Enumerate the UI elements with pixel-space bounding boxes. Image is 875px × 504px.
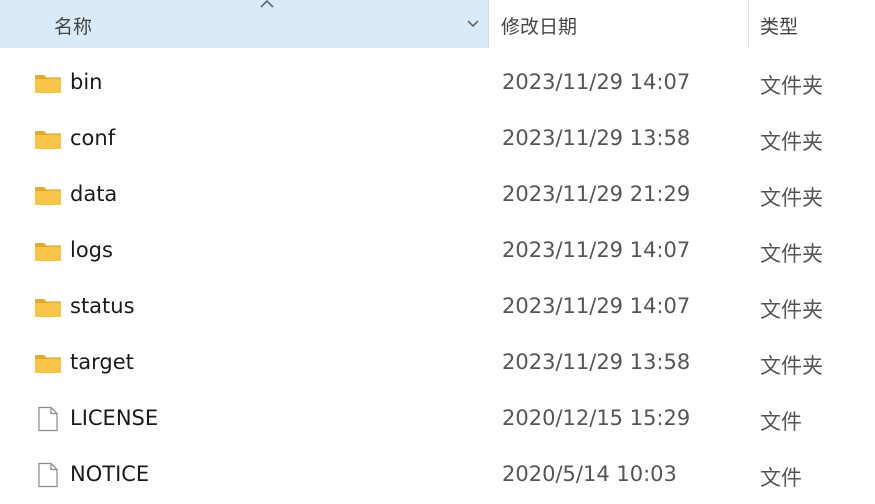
file-row[interactable]: conf 2023/11/29 13:58 文件夹 [0,112,875,168]
column-header-bar: 名称 修改日期 类型 [0,0,875,48]
file-date: 2020/12/15 15:29 [502,406,691,430]
file-date: 2020/5/14 10:03 [502,462,677,486]
file-name: conf [70,126,116,150]
file-date: 2023/11/29 13:58 [502,350,691,374]
column-header-name[interactable]: 名称 [0,0,489,48]
file-icon [34,462,62,488]
file-row[interactable]: status 2023/11/29 14:07 文件夹 [0,280,875,336]
file-row[interactable]: LICENSE 2020/12/15 15:29 文件 [0,392,875,448]
file-list: bin 2023/11/29 14:07 文件夹 conf 2023/11/29… [0,56,875,504]
file-name: LICENSE [70,406,159,430]
folder-icon [34,350,62,376]
file-row[interactable]: bin 2023/11/29 14:07 文件夹 [0,56,875,112]
file-type: 文件夹 [760,130,823,154]
file-date: 2023/11/29 14:07 [502,294,691,318]
file-row[interactable]: target 2023/11/29 13:58 文件夹 [0,336,875,392]
folder-icon [34,126,62,152]
folder-icon [34,238,62,264]
sort-ascending-icon [260,0,274,8]
file-date: 2023/11/29 14:07 [502,238,691,262]
file-date: 2023/11/29 21:29 [502,182,691,206]
folder-icon [34,294,62,320]
file-type: 文件夹 [760,298,823,322]
column-header-name-label: 名称 [54,16,93,38]
file-type: 文件 [760,466,802,490]
file-date: 2023/11/29 14:07 [502,70,691,94]
file-row[interactable]: logs 2023/11/29 14:07 文件夹 [0,224,875,280]
file-row[interactable]: data 2023/11/29 21:29 文件夹 [0,168,875,224]
file-type: 文件夹 [760,74,823,98]
file-name: data [70,182,118,206]
file-name: NOTICE [70,462,150,486]
file-type: 文件 [760,410,802,434]
file-type: 文件夹 [760,354,823,378]
folder-icon [34,70,62,96]
folder-icon [34,182,62,208]
column-header-type[interactable]: 类型 [749,0,875,48]
column-header-date[interactable]: 修改日期 [489,0,749,48]
file-name: status [70,294,135,318]
file-name: target [70,350,134,374]
file-type: 文件夹 [760,242,823,266]
file-row[interactable]: NOTICE 2020/5/14 10:03 文件 [0,448,875,504]
file-type: 文件夹 [760,186,823,210]
file-icon [34,406,62,432]
column-header-date-label: 修改日期 [501,16,578,38]
file-name: bin [70,70,103,94]
file-date: 2023/11/29 13:58 [502,126,691,150]
chevron-down-icon[interactable] [462,12,484,34]
column-header-type-label: 类型 [760,16,799,38]
file-name: logs [70,238,113,262]
